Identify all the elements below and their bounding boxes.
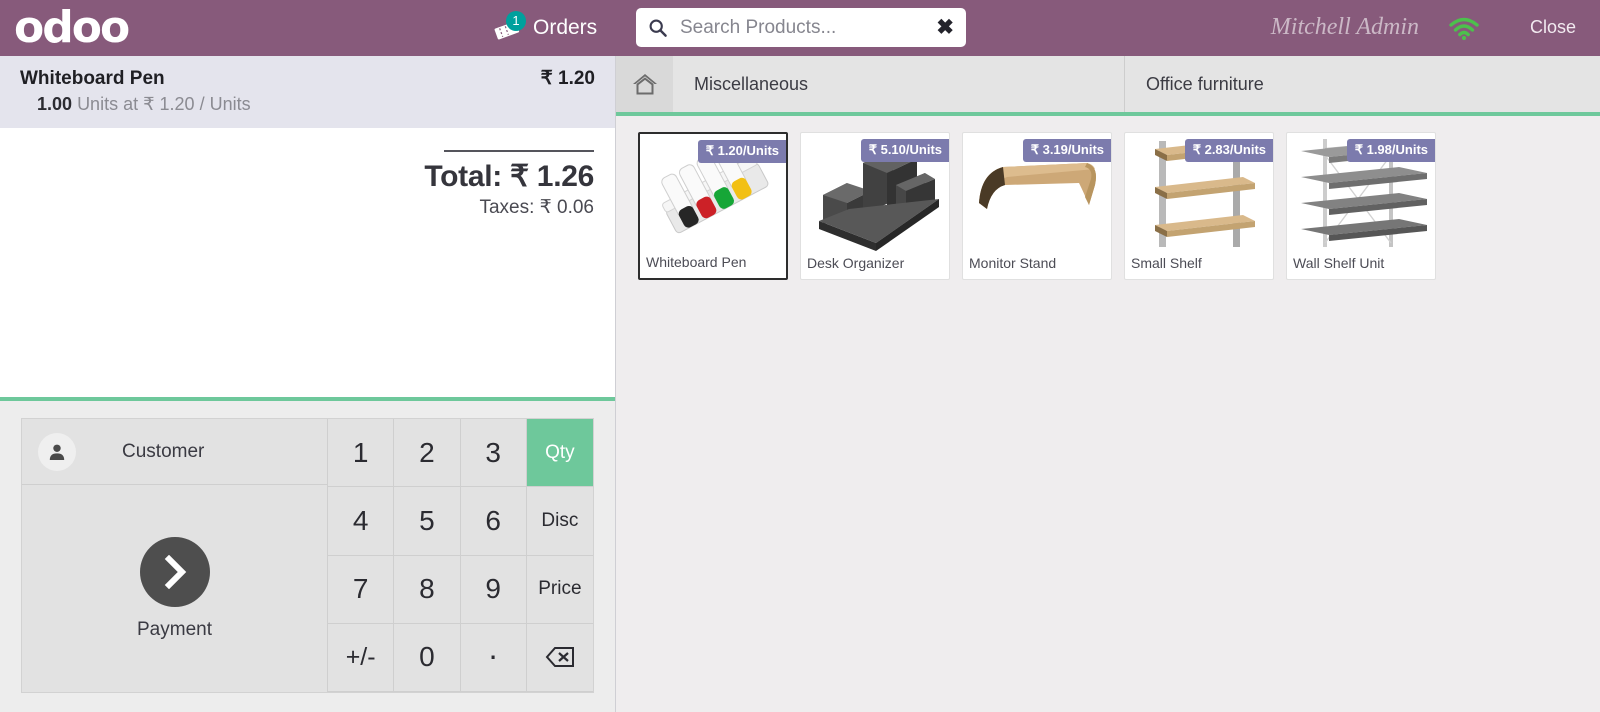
numpad-key-3[interactable]: 3 bbox=[460, 419, 527, 488]
search-clear-icon[interactable]: ✖ bbox=[930, 17, 954, 38]
numpad-zone: Customer Payment 1 2 3 Qty 4 5 6 Disc 7 8 9 Price +/… bbox=[0, 401, 615, 712]
numpad-key-disc[interactable]: Disc bbox=[526, 487, 593, 556]
product-card[interactable]: ₹ 1.98/Units Wall Shelf Unit bbox=[1286, 132, 1436, 280]
category-label: Miscellaneous bbox=[694, 73, 809, 94]
orders-button[interactable]: 1 Orders bbox=[492, 0, 597, 56]
user-icon bbox=[38, 432, 76, 471]
orders-label: Orders bbox=[533, 16, 598, 39]
home-icon[interactable] bbox=[616, 56, 673, 112]
category-bar: Miscellaneous Office furniture bbox=[616, 56, 1600, 116]
numpad-backspace-icon[interactable] bbox=[526, 624, 593, 692]
product-price-badge: ₹ 3.19/Units bbox=[1022, 139, 1111, 162]
numpad-key-price[interactable]: Price bbox=[526, 556, 593, 624]
product-card[interactable]: ₹ 2.83/Units Small Shelf bbox=[1124, 132, 1274, 280]
order-totals: Total: ₹ 1.26 Taxes: ₹ 0.06 bbox=[0, 150, 615, 219]
order-line-head: Whiteboard Pen ₹ 1.20 bbox=[20, 67, 595, 90]
numpad-key-7[interactable]: 7 bbox=[328, 555, 395, 624]
numpad-key-8[interactable]: 8 bbox=[394, 555, 461, 624]
product-price-badge: ₹ 1.98/Units bbox=[1346, 139, 1435, 162]
order-line-detail: 1.00 Units at ₹ 1.20 / Units bbox=[20, 94, 595, 115]
numpad-key-[interactable]: . bbox=[460, 623, 527, 692]
product-name: Desk Organizer bbox=[807, 255, 905, 271]
product-price-badge: ₹ 5.10/Units bbox=[860, 139, 949, 162]
product-card[interactable]: ₹ 5.10/Units Desk Organizer bbox=[800, 132, 950, 280]
order-line-name: Whiteboard Pen bbox=[20, 68, 165, 89]
order-line-qty: 1.00 bbox=[37, 94, 73, 114]
numpad-box: Customer Payment 1 2 3 Qty 4 5 6 Disc 7 8 9 Price +/… bbox=[21, 418, 594, 693]
order-line-unit-text: Units at ₹ 1.20 / Units bbox=[77, 94, 251, 114]
search-input[interactable] bbox=[680, 16, 931, 39]
payment-label: Payment bbox=[137, 618, 212, 640]
totals-divider bbox=[444, 150, 594, 152]
customer-button[interactable]: Customer bbox=[22, 419, 327, 485]
odoo-logo[interactable]: odoo bbox=[14, 6, 130, 50]
numpad-key-9[interactable]: 9 bbox=[460, 555, 527, 624]
order-line[interactable]: Whiteboard Pen ₹ 1.20 1.00 Units at ₹ 1.… bbox=[0, 56, 615, 128]
numpad-key-1[interactable]: 1 bbox=[328, 419, 395, 488]
order-line-price: ₹ 1.20 bbox=[540, 68, 595, 89]
category-item-office-furniture[interactable]: Office furniture bbox=[1125, 56, 1600, 112]
product-name: Whiteboard Pen bbox=[646, 254, 747, 270]
numpad-key-[interactable]: +/- bbox=[328, 623, 395, 692]
user-name: Mitchell Admin bbox=[1270, 14, 1419, 40]
search-icon bbox=[649, 19, 667, 37]
product-name: Small Shelf bbox=[1131, 255, 1202, 271]
close-button[interactable]: Close bbox=[1530, 17, 1576, 38]
numpad-key-0[interactable]: 0 bbox=[394, 623, 461, 692]
product-card[interactable]: ₹ 3.19/Units Monitor Stand bbox=[962, 132, 1112, 280]
orders-icon-wrap: 1 bbox=[492, 11, 526, 43]
orders-count-badge: 1 bbox=[506, 11, 526, 31]
product-card[interactable]: ₹ 1.20/Units Whiteboard Pen bbox=[638, 132, 788, 280]
numpad-key-4[interactable]: 4 bbox=[328, 487, 395, 556]
order-actions: Customer Payment bbox=[22, 419, 328, 692]
order-lines: Whiteboard Pen ₹ 1.20 1.00 Units at ₹ 1.… bbox=[0, 56, 615, 397]
category-item-miscellaneous[interactable]: Miscellaneous bbox=[673, 56, 1125, 112]
chevron-right-icon bbox=[139, 536, 210, 607]
numpad-key-2[interactable]: 2 bbox=[394, 419, 461, 488]
product-price-badge: ₹ 2.83/Units bbox=[1184, 139, 1273, 162]
numpad-key-6[interactable]: 6 bbox=[460, 487, 527, 556]
product-price-badge: ₹ 1.20/Units bbox=[697, 140, 786, 163]
order-total: Total: ₹ 1.26 bbox=[424, 160, 594, 193]
order-panel: Whiteboard Pen ₹ 1.20 1.00 Units at ₹ 1.… bbox=[0, 56, 616, 712]
wifi-icon[interactable] bbox=[1448, 17, 1480, 41]
product-name: Monitor Stand bbox=[969, 255, 1057, 271]
product-name: Wall Shelf Unit bbox=[1293, 255, 1385, 271]
customer-label: Customer bbox=[122, 440, 205, 462]
product-grid: ₹ 1.20/Units Whiteboard Pen ₹ 5.10/Units bbox=[616, 116, 1600, 712]
product-panel: Miscellaneous Office furniture ₹ 1.20/Un… bbox=[616, 56, 1600, 712]
category-label: Office furniture bbox=[1146, 73, 1264, 94]
payment-button[interactable]: Payment bbox=[22, 485, 327, 692]
numpad-keys: 1 2 3 Qty 4 5 6 Disc 7 8 9 Price +/- 0. bbox=[328, 419, 593, 692]
numpad-key-5[interactable]: 5 bbox=[394, 487, 461, 556]
pos-app: odoo 1 Orders ✖ Mitch bbox=[0, 0, 1600, 712]
order-taxes: Taxes: ₹ 0.06 bbox=[479, 197, 594, 218]
top-bar: odoo 1 Orders ✖ Mitch bbox=[0, 0, 1600, 56]
pos-body: Whiteboard Pen ₹ 1.20 1.00 Units at ₹ 1.… bbox=[0, 56, 1600, 712]
search-box[interactable]: ✖ bbox=[636, 8, 966, 47]
numpad-key-qty[interactable]: Qty bbox=[526, 419, 593, 488]
